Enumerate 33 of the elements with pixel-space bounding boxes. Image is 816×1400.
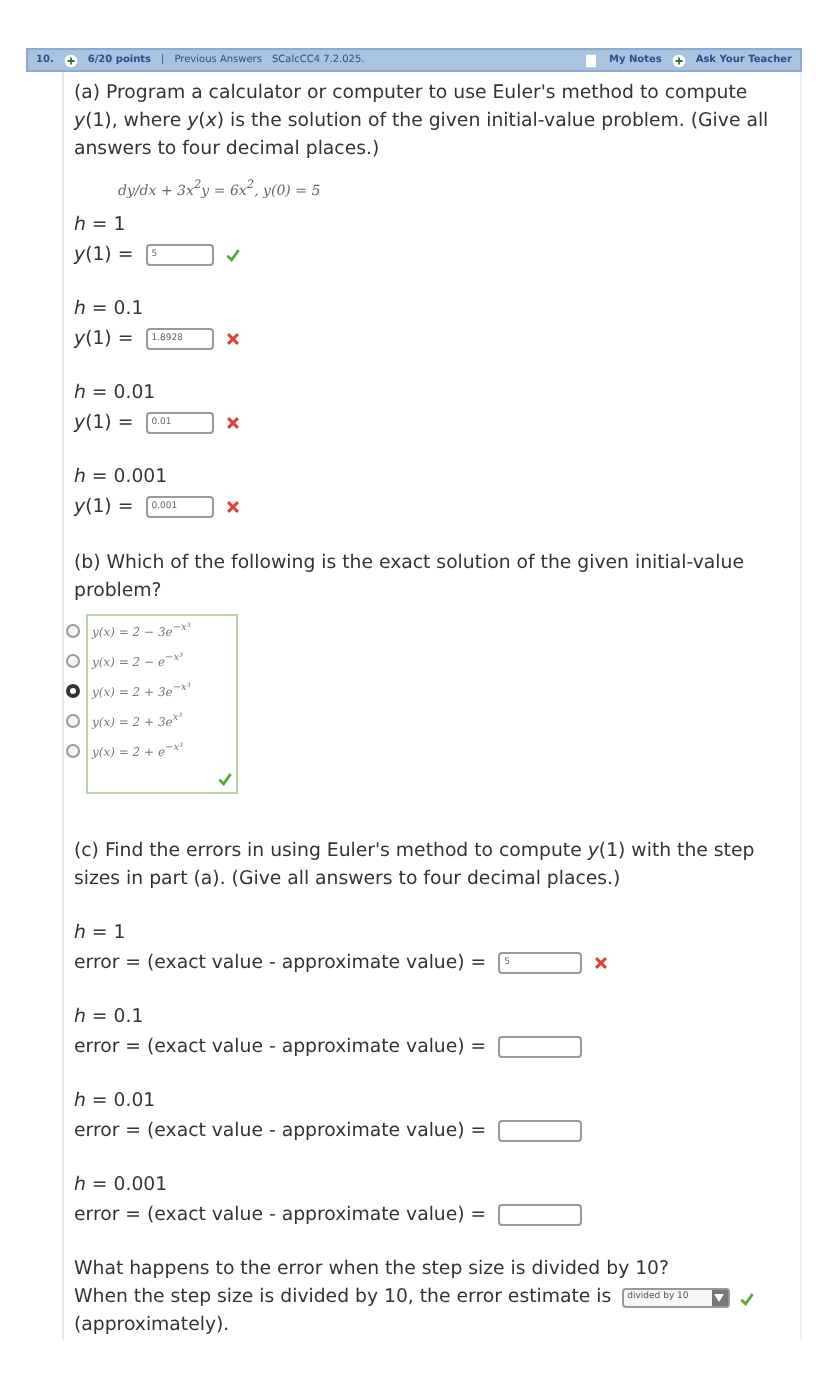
plus-circle-icon — [63, 53, 78, 67]
answer-label: y(1) = — [74, 410, 134, 439]
error-label: error = (exact value - approximate value) = — [74, 1034, 487, 1063]
step-size-text: h = 0.001 — [74, 1172, 170, 1201]
plus-circle-icon[interactable] — [671, 53, 686, 67]
answer-label: y(1) = — [74, 326, 134, 355]
part-a-prompt: (a) Program a calculator or computer to use Euler's method to compute y(1), where y(x) is the solution of the given initial-value problem. (Give all answers to four decimal places.) — [74, 80, 771, 164]
error-label: error = (exact value - approximate value) = — [74, 1118, 487, 1147]
step-size-text: h = 0.01 — [74, 1088, 158, 1117]
step-size-text: h = 1 — [74, 920, 128, 949]
part-b-prompt: (b) Which of the following is the exact solution of the given initial-value problem? — [74, 550, 746, 607]
radio-button[interactable] — [66, 744, 80, 759]
answer-label: y(1) = — [74, 242, 134, 271]
error-label: error = (exact value - approximate value) = — [74, 1202, 487, 1231]
dropdown-arrow-icon — [714, 1294, 725, 1303]
radio-button[interactable] — [66, 654, 80, 669]
step-size-text: h = 0.1 — [74, 1004, 146, 1033]
radio-button[interactable] — [66, 714, 80, 729]
radio-button[interactable] — [66, 684, 80, 699]
error-sentence: When the step size is divided by 10, the error estimate is — [74, 1284, 612, 1313]
error-question: What happens to the error when the step size is divided by 10? — [74, 1256, 671, 1285]
step-size-text: h = 0.1 — [74, 296, 146, 325]
answer-field[interactable] — [498, 1120, 583, 1143]
sentence-end: (approximately). — [74, 1312, 232, 1341]
answer-label: y(1) = — [74, 494, 134, 523]
step-size-text: h = 1 — [74, 212, 128, 241]
radio-button[interactable] — [66, 624, 80, 639]
step-size-text: h = 0.001 — [74, 464, 170, 493]
answer-field[interactable] — [498, 1204, 583, 1227]
step-size-text: h = 0.01 — [74, 380, 158, 409]
error-label: error = (exact value - approximate value) = — [74, 950, 487, 979]
answer-field[interactable] — [498, 1036, 583, 1059]
part-c-prompt: (c) Find the errors in using Euler's method to compute y(1) with the step sizes in part (a). (Give all answers to four decimal places.) — [74, 838, 757, 895]
